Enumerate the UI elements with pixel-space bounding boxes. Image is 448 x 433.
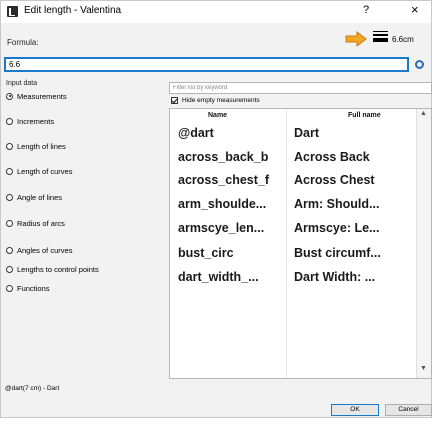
cancel-button[interactable]: Cancel — [385, 404, 432, 416]
radio-length-of-lines[interactable]: Length of lines — [6, 140, 66, 152]
checkbox-checked-icon — [171, 97, 178, 104]
radio-dot-icon — [6, 284, 13, 292]
help-button[interactable]: ? — [363, 4, 369, 16]
radio-dot-icon — [6, 193, 13, 201]
table-row[interactable]: across_back_b Across Back — [170, 150, 414, 172]
table-row[interactable]: @dart Dart — [170, 126, 414, 148]
row-name: armscye_len... — [178, 221, 265, 235]
radio-label: Lengths to control points — [17, 264, 99, 274]
row-full-name: Dart Width: ... — [294, 270, 376, 284]
radio-angle-of-lines[interactable]: Angle of lines — [6, 191, 62, 203]
row-name: across_chest_f — [178, 173, 270, 187]
row-name: across_back_b — [178, 150, 269, 164]
row-name: dart_width_... — [178, 270, 259, 284]
hide-empty-label: Hide empty measurements — [182, 97, 260, 104]
row-name: @dart — [178, 126, 214, 140]
row-name: bust_circ — [178, 246, 234, 260]
formula-input[interactable]: 6.6 — [4, 57, 409, 72]
table-row[interactable]: bust_circ Bust circumf... — [170, 246, 414, 268]
valentina-app-icon — [7, 6, 18, 17]
gear-icon[interactable] — [415, 60, 424, 69]
edit-length-dialog: Edit length - Valentina ? × Formula: 6.6… — [0, 0, 432, 418]
table-scrollbar[interactable]: ▲ ▼ — [416, 109, 431, 378]
close-button[interactable]: × — [411, 2, 419, 17]
line-width-value: 6.6cm — [392, 35, 414, 44]
row-name: arm_shoulde... — [178, 197, 267, 211]
row-full-name: Dart — [294, 126, 320, 140]
row-full-name: Arm: Should... — [294, 197, 380, 211]
measurements-table[interactable]: Name Full name @dart Dart across_back_b … — [169, 108, 432, 379]
line-width-icon — [373, 31, 389, 45]
formula-label: Formula: — [7, 38, 39, 47]
filter-input[interactable] — [169, 82, 432, 94]
input-data-label: Input data — [6, 80, 38, 87]
radio-dot-icon — [6, 246, 13, 254]
chevron-down-icon[interactable]: ▼ — [420, 365, 427, 372]
table-row[interactable]: armscye_len... Armscye: Le... — [170, 221, 414, 243]
radio-label: Angle of lines — [17, 192, 63, 202]
table-row[interactable]: arm_shoulde... Arm: Should... — [170, 197, 414, 219]
radio-dot-icon — [6, 142, 13, 150]
column-header-name[interactable]: Name — [208, 112, 227, 119]
pointing-hand-icon[interactable] — [344, 28, 368, 50]
radio-radius-of-arcs[interactable]: Radius of arcs — [6, 217, 65, 229]
radio-label: Measurements — [17, 91, 67, 101]
radio-increments[interactable]: Increments — [6, 115, 54, 127]
hide-empty-checkbox[interactable]: Hide empty measurements — [171, 97, 260, 104]
radio-angles-of-curves[interactable]: Angles of curves — [6, 244, 72, 256]
row-full-name: Across Back — [294, 150, 370, 164]
window-title: Edit length - Valentina — [24, 5, 122, 16]
row-full-name: Across Chest — [294, 173, 375, 187]
radio-dot-icon — [6, 117, 13, 125]
radio-length-of-curves[interactable]: Length of curves — [6, 165, 72, 177]
row-full-name: Armscye: Le... — [294, 221, 380, 235]
chevron-up-icon[interactable]: ▲ — [420, 110, 427, 117]
radio-functions[interactable]: Functions — [6, 282, 50, 294]
title-bar: Edit length - Valentina ? × — [1, 1, 431, 23]
table-row[interactable]: dart_width_... Dart Width: ... — [170, 270, 414, 292]
radio-label: Radius of arcs — [17, 218, 65, 228]
radio-label: Increments — [17, 116, 55, 126]
radio-dot-icon — [6, 92, 13, 100]
radio-label: Length of lines — [17, 141, 66, 151]
radio-label: Functions — [17, 283, 50, 293]
radio-label: Angles of curves — [17, 245, 73, 255]
column-header-full-name[interactable]: Full name — [348, 112, 381, 119]
row-full-name: Bust circumf... — [294, 246, 381, 260]
measurement-description: @dart(7 cm) - Dart — [5, 385, 60, 392]
radio-lengths-to-control-points[interactable]: Lengths to control points — [6, 263, 99, 275]
radio-dot-icon — [6, 265, 13, 273]
table-row[interactable]: across_chest_f Across Chest — [170, 173, 414, 195]
radio-measurements[interactable]: Measurements — [6, 90, 67, 102]
radio-label: Length of curves — [17, 166, 73, 176]
ok-button[interactable]: OK — [331, 404, 379, 416]
radio-dot-icon — [6, 167, 13, 175]
radio-dot-icon — [6, 219, 13, 227]
